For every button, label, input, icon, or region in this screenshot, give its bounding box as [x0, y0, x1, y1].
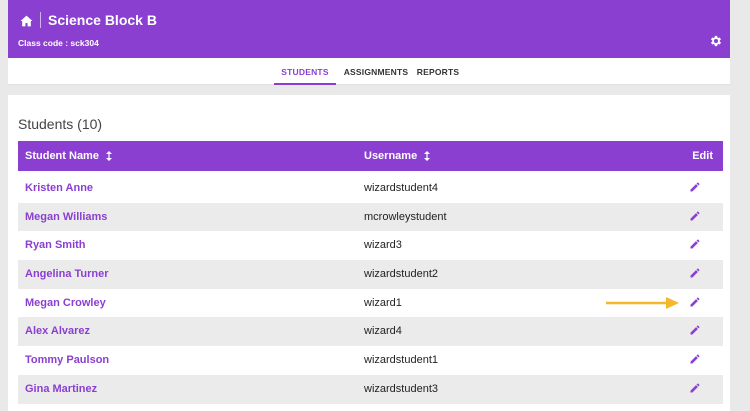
- home-icon: [20, 15, 32, 27]
- class-code: Class code : sck304: [18, 38, 99, 48]
- table-row: Angelina Turner wizardstudent2: [18, 260, 723, 289]
- student-name-link[interactable]: Kristen Anne: [25, 174, 93, 203]
- table-row: Ryan Smith wizard3: [18, 231, 723, 260]
- student-username: wizard3: [364, 239, 402, 252]
- pencil-icon: [690, 239, 700, 249]
- student-name-link[interactable]: Tommy Paulson: [25, 346, 109, 375]
- pencil-icon: [690, 268, 700, 278]
- tab-reports[interactable]: REPORTS: [414, 58, 462, 85]
- pencil-icon: [690, 182, 700, 192]
- student-name-link[interactable]: Angelina Turner: [25, 260, 109, 289]
- edit-student-button[interactable]: [689, 353, 703, 367]
- table-row: Tommy Paulson wizardstudent1: [18, 346, 723, 375]
- pencil-icon: [690, 325, 700, 335]
- title-divider: [40, 12, 41, 28]
- class-header: Science Block B Class code : sck304: [8, 0, 730, 58]
- student-username: wizard4: [364, 325, 402, 338]
- table-row: Gina Martinez wizardstudent3: [18, 374, 723, 404]
- table-row: Alex Alvarez wizard4: [18, 317, 723, 347]
- column-label-student-name: Student Name: [25, 150, 99, 162]
- student-username: wizardstudent1: [364, 354, 438, 367]
- edit-student-button[interactable]: [689, 181, 703, 195]
- column-header-username[interactable]: Username: [364, 141, 431, 171]
- student-name-link[interactable]: Megan Williams: [25, 203, 107, 232]
- tab-assignments[interactable]: ASSIGNMENTS: [338, 58, 414, 85]
- callout-arrow-icon: [606, 297, 679, 309]
- pencil-icon: [690, 354, 700, 364]
- table-row: Kristen Anne wizardstudent4: [18, 174, 723, 203]
- pencil-icon: [690, 211, 700, 221]
- students-table-body: Kristen Anne wizardstudent4 Megan Willia…: [18, 174, 723, 404]
- edit-student-button[interactable]: [689, 324, 703, 338]
- sort-icon[interactable]: [106, 151, 113, 162]
- students-card: Students (10) Student Name Username Edit…: [8, 95, 730, 411]
- home-button[interactable]: [18, 13, 34, 29]
- table-header: Student Name Username Edit: [18, 141, 723, 171]
- column-label-username: Username: [364, 150, 418, 162]
- settings-button[interactable]: [709, 34, 725, 50]
- table-row: Megan Williams mcrowleystudent: [18, 202, 723, 232]
- column-header-student-name[interactable]: Student Name: [25, 141, 113, 171]
- student-username: wizardstudent4: [364, 182, 438, 194]
- student-name-link[interactable]: Gina Martinez: [25, 375, 97, 404]
- section-title: Students (10): [18, 116, 103, 132]
- student-username: wizardstudent3: [364, 382, 438, 395]
- sort-icon[interactable]: [424, 151, 431, 162]
- gear-icon: [710, 35, 722, 47]
- column-header-edit: Edit: [692, 150, 713, 162]
- tab-students[interactable]: STUDENTS: [274, 58, 336, 85]
- pencil-icon: [690, 383, 700, 393]
- student-username: mcrowleystudent: [364, 210, 447, 223]
- pencil-icon: [690, 297, 700, 307]
- student-username: wizard1: [364, 296, 402, 309]
- student-name-link[interactable]: Alex Alvarez: [25, 317, 90, 346]
- edit-student-button[interactable]: [689, 210, 703, 224]
- edit-student-button[interactable]: [689, 238, 703, 252]
- edit-student-button[interactable]: [689, 382, 703, 396]
- edit-student-button[interactable]: [689, 296, 703, 310]
- student-name-link[interactable]: Megan Crowley: [25, 289, 106, 318]
- edit-student-button[interactable]: [689, 267, 703, 281]
- student-username: wizardstudent2: [364, 268, 438, 281]
- student-name-link[interactable]: Ryan Smith: [25, 231, 86, 260]
- class-title: Science Block B: [48, 12, 157, 28]
- tab-bar: STUDENTS ASSIGNMENTS REPORTS: [8, 58, 730, 85]
